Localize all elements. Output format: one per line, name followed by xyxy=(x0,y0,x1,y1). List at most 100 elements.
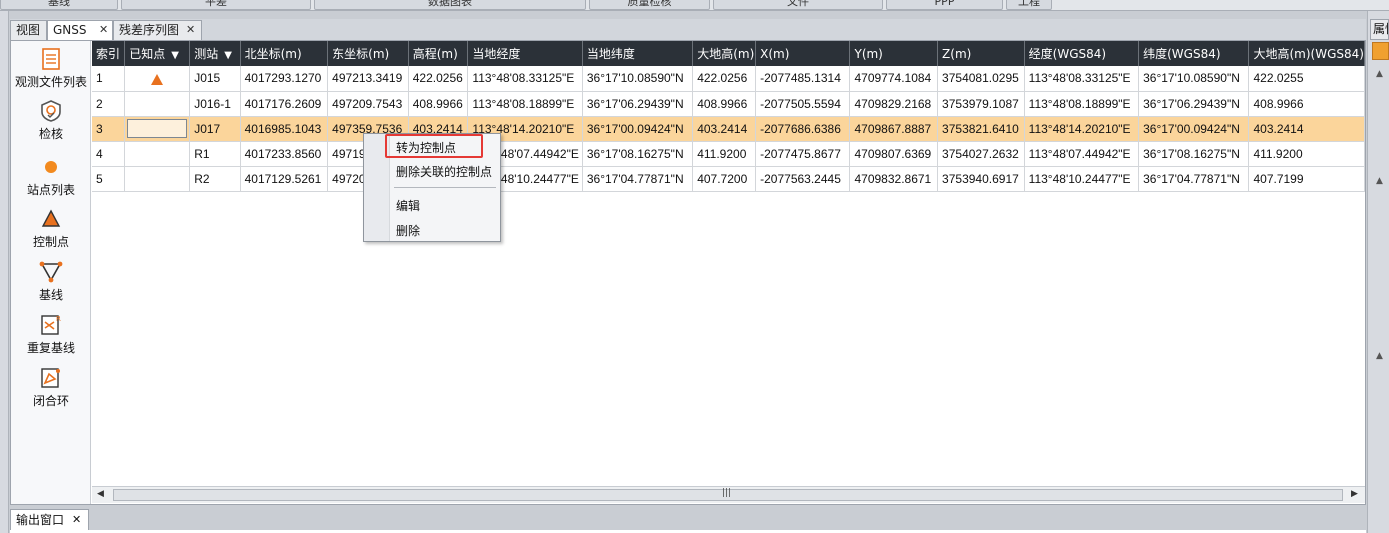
table-header: 索引 已知点 ▼ 测站 ▼ 北坐标(m) 东坐标(m) 高程(m) 当地经度 当地纬… xyxy=(92,41,1365,66)
tab-properties[interactable]: 属性 xyxy=(1370,19,1389,40)
collapse-up-icon[interactable]: ▲ xyxy=(1376,69,1383,79)
scrollbar-thumb[interactable]: ||| xyxy=(113,488,1343,501)
col-header-elev[interactable]: 高程(m) xyxy=(408,41,469,66)
menu-tab-data-chart[interactable]: 数据图表 xyxy=(314,0,586,10)
sidebar-item-obs-files[interactable]: 观测文件列表 xyxy=(11,47,91,90)
table-row[interactable]: 5 R2 4017129.5261 49720 48'10.24477"E 36… xyxy=(92,166,1365,192)
cell-z: 3753979.1087 xyxy=(937,91,1025,117)
cell-y: 4709829.2168 xyxy=(849,91,939,117)
col-header-y[interactable]: Y(m) xyxy=(849,41,939,66)
col-header-north[interactable]: 北坐标(m) xyxy=(240,41,329,66)
filter-icon[interactable]: ▼ xyxy=(224,50,232,61)
menu-item-delete-linked-control-point[interactable]: 删除关联的控制点 xyxy=(396,163,492,180)
sidebar-item-label: 观测文件列表 xyxy=(14,75,87,89)
menu-tab-file[interactable]: 文件 xyxy=(713,0,883,10)
cell-lon: 113°48'08.33125"E xyxy=(467,66,583,92)
table-row[interactable]: 1 J015 4017293.1270 497213.3419 422.0256… xyxy=(92,66,1365,92)
table-row[interactable]: 2 J016-1 4017176.2609 497209.7543 408.99… xyxy=(92,91,1365,117)
filter-icon[interactable]: ▼ xyxy=(171,50,179,61)
closure-loop-icon xyxy=(41,368,60,388)
col-header-known[interactable]: 已知点 ▼ xyxy=(124,41,191,66)
known-point-editor[interactable] xyxy=(127,119,188,138)
cell-north: 4017176.2609 xyxy=(240,91,329,117)
scroll-left-icon[interactable]: ◀ xyxy=(97,489,104,499)
cell-index: 3 xyxy=(92,116,126,142)
collapse-up-icon[interactable]: ▲ xyxy=(1376,351,1383,361)
col-header-index[interactable]: 索引 xyxy=(92,41,126,66)
menu-tab-project[interactable]: 工程 xyxy=(1006,0,1052,10)
cell-lat: 36°17'06.29439"N xyxy=(582,91,694,117)
menu-tab-quality[interactable]: 质量检核 xyxy=(589,0,710,10)
col-header-east[interactable]: 东坐标(m) xyxy=(327,41,409,66)
col-header-lon84[interactable]: 经度(WGS84) xyxy=(1024,41,1140,66)
col-header-lat[interactable]: 当地纬度 xyxy=(582,41,694,66)
tab-residual-series[interactable]: 残差序列图 ✕ xyxy=(113,20,202,40)
menu-tab-adjust[interactable]: 平差 xyxy=(121,0,311,10)
tab-label: GNSS xyxy=(53,23,87,37)
sidebar-item-closure-loop[interactable]: 闭合环 xyxy=(11,366,91,409)
cell-known[interactable] xyxy=(124,166,191,192)
sidebar-item-control-points[interactable]: 控制点 xyxy=(11,207,91,250)
cell-y: 4709867.8887 xyxy=(849,116,939,142)
col-header-h84[interactable]: 大地高(m)(WGS84) xyxy=(1248,41,1365,66)
col-header-lon[interactable]: 当地经度 xyxy=(467,41,583,66)
collapse-up-icon[interactable]: ▲ xyxy=(1376,176,1383,186)
close-icon[interactable]: ✕ xyxy=(72,510,81,530)
menu-tab-baseline[interactable]: 基线 xyxy=(0,0,118,10)
close-icon[interactable]: ✕ xyxy=(186,21,195,39)
cell-x: -2077563.2445 xyxy=(755,166,851,192)
cell-station: R2 xyxy=(189,166,241,192)
col-header-z[interactable]: Z(m) xyxy=(937,41,1025,66)
cell-known[interactable] xyxy=(124,141,191,167)
cell-h: 422.0256 xyxy=(692,66,757,92)
cell-h: 411.9200 xyxy=(692,141,757,167)
cell-station: J015 xyxy=(189,66,241,92)
cell-lon84: 113°48'14.20210"E xyxy=(1024,116,1140,142)
cell-x: -2077686.6386 xyxy=(755,116,851,142)
sidebar-item-baselines[interactable]: 基线 xyxy=(11,260,91,303)
cell-known-editing[interactable] xyxy=(124,116,191,142)
known-point-triangle-icon xyxy=(151,73,164,85)
cell-h: 403.2414 xyxy=(692,116,757,142)
menu-item-delete[interactable]: 删除 xyxy=(396,222,420,239)
cell-known[interactable] xyxy=(124,91,191,117)
cell-y: 4709774.1084 xyxy=(849,66,939,92)
col-header-x[interactable]: X(m) xyxy=(755,41,851,66)
tab-gnss[interactable]: GNSS ✕ xyxy=(47,20,113,41)
cell-lat: 36°17'10.08590"N xyxy=(582,66,694,92)
tab-label: 输出窗口 xyxy=(16,513,65,527)
menu-item-edit[interactable]: 编辑 xyxy=(396,197,420,214)
sidebar-item-repeat-baselines[interactable]: R 重复基线 xyxy=(11,313,91,356)
properties-toggle-icon[interactable] xyxy=(1372,42,1389,60)
tab-view[interactable]: 视图 xyxy=(10,20,47,40)
menu-item-highlight xyxy=(385,134,483,158)
table-row-selected[interactable]: 3 J017 4016985.1043 497359.7536 403.2414… xyxy=(92,116,1365,142)
close-icon[interactable]: ✕ xyxy=(99,21,108,39)
sidebar-item-label: 基线 xyxy=(38,288,63,302)
scroll-right-icon[interactable]: ▶ xyxy=(1351,489,1358,499)
cell-lat84: 36°17'04.77871"N xyxy=(1138,166,1250,192)
sidebar-item-label: 重复基线 xyxy=(26,341,75,355)
tab-output-window[interactable]: 输出窗口 ✕ xyxy=(10,509,89,531)
right-dock-edge: ▲ ▲ ▲ xyxy=(1367,11,1389,533)
menu-tab-ppp[interactable]: PPP xyxy=(886,0,1003,10)
document-tab-strip: 视图 GNSS ✕ 残差序列图 ✕ xyxy=(10,19,1366,41)
sidebar-item-station-list[interactable]: 站点列表 xyxy=(11,155,91,198)
cell-x: -2077505.5594 xyxy=(755,91,851,117)
tab-label: 视图 xyxy=(16,23,41,37)
cell-z: 3753821.6410 xyxy=(937,116,1025,142)
col-header-label: 已知点 xyxy=(129,47,166,61)
cell-lon: 113°48'08.18899"E xyxy=(467,91,583,117)
col-header-station[interactable]: 测站 ▼ xyxy=(189,41,241,66)
cell-h: 408.9966 xyxy=(692,91,757,117)
col-header-h[interactable]: 大地高(m) xyxy=(692,41,757,66)
cell-y: 4709807.6369 xyxy=(849,141,939,167)
cell-north: 4016985.1043 xyxy=(240,116,329,142)
table-row[interactable]: 4 R1 4017233.8560 49719 48'07.44942"E 36… xyxy=(92,141,1365,167)
sidebar-item-check[interactable]: 检核 xyxy=(11,99,91,142)
cell-index: 1 xyxy=(92,66,126,92)
cell-known[interactable] xyxy=(124,66,191,92)
cell-north: 4017129.5261 xyxy=(240,166,329,192)
col-header-lat84[interactable]: 纬度(WGS84) xyxy=(1138,41,1250,66)
file-list-icon xyxy=(42,48,60,70)
